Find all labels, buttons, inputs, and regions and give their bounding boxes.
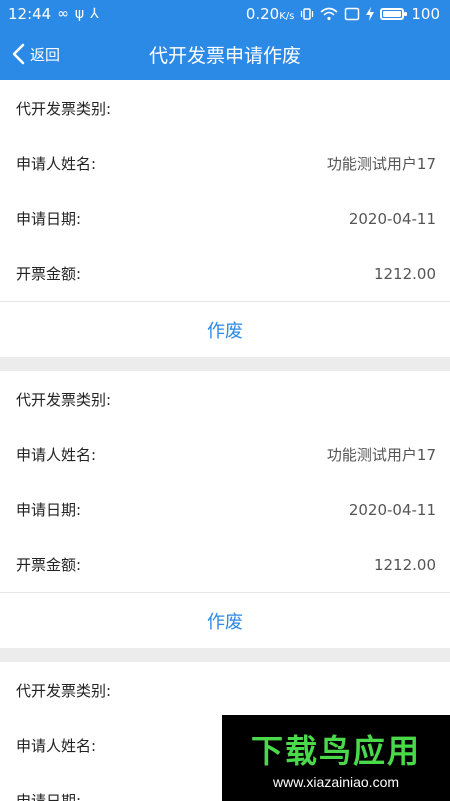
invoice-type-label: 代开发票类别: — [16, 390, 112, 409]
date-row: 申请日期: 2020-04-11 — [0, 191, 450, 246]
amount-row: 开票金额: 1212.00 — [0, 537, 450, 592]
nav-bar: 返回 代开发票申请作废 — [0, 28, 450, 80]
date-label: 申请日期: — [16, 792, 82, 801]
date-label: 申请日期: — [16, 501, 82, 519]
status-right: 0.20K/s 100 — [246, 5, 440, 23]
back-button[interactable]: 返回 — [10, 28, 60, 80]
applicant-value: 功能测试用户17 — [326, 446, 436, 464]
applicant-row: 申请人姓名: 功能测试用户17 — [0, 136, 450, 191]
watermark: 下载鸟应用 www.xiazainiao.com — [222, 715, 450, 801]
record-card: 代开发票类别: 申请人姓名: 功能测试用户17 申请日期: 2020-04-11… — [0, 80, 450, 357]
charging-icon — [366, 7, 375, 21]
invoice-type-label: 代开发票类别: — [16, 99, 112, 118]
void-button[interactable]: 作废 — [183, 311, 267, 349]
battery-icon — [380, 8, 408, 20]
battery-level: 100 — [411, 5, 440, 23]
invoice-type-row: 代开发票类别: — [0, 371, 450, 427]
page-title: 代开发票申请作废 — [148, 44, 301, 67]
date-label: 申请日期: — [16, 210, 82, 228]
applicant-value: 功能测试用户17 — [326, 155, 436, 173]
applicant-label: 申请人姓名: — [16, 446, 97, 464]
usb-icon: ψ — [74, 6, 85, 22]
void-row: 作废 — [0, 301, 450, 357]
applicant-label: 申请人姓名: — [16, 155, 97, 173]
vibrate-icon — [301, 8, 314, 20]
infinity-icon: ∞ — [57, 6, 69, 22]
amount-label: 开票金额: — [16, 556, 82, 574]
amount-value: 1212.00 — [373, 555, 436, 574]
card-divider — [0, 357, 450, 371]
screen: 12:44 ∞ ψ ⅄ 0.20K/s 100 返回 代开发票申请作废 代开发票… — [0, 0, 450, 801]
amount-value: 1212.00 — [373, 264, 436, 283]
clock: 12:44 — [8, 5, 52, 23]
invoice-type-label: 代开发票类别: — [16, 681, 112, 700]
battery-indicator: 100 — [380, 5, 440, 23]
amount-label: 开票金额: — [16, 265, 82, 283]
status-bar: 12:44 ∞ ψ ⅄ 0.20K/s 100 — [0, 0, 450, 28]
invoice-type-row: 代开发票类别: — [0, 80, 450, 136]
back-label: 返回 — [30, 45, 61, 64]
sim-icon — [345, 7, 360, 21]
void-button[interactable]: 作废 — [183, 602, 267, 640]
network-speed-value: 0.20 — [245, 5, 280, 23]
amount-row: 开票金额: 1212.00 — [0, 246, 450, 301]
share-icon: ⅄ — [90, 6, 99, 22]
card-divider — [0, 648, 450, 662]
void-row: 作废 — [0, 592, 450, 648]
date-value: 2020-04-11 — [348, 209, 436, 228]
applicant-label: 申请人姓名: — [16, 737, 97, 755]
network-speed-unit: K/s — [279, 11, 295, 22]
date-value: 2020-04-11 — [348, 500, 436, 519]
invoice-type-row: 代开发票类别: — [0, 662, 450, 718]
date-row: 申请日期: 2020-04-11 — [0, 482, 450, 537]
watermark-url: www.xiazainiao.com — [272, 774, 400, 790]
record-list: 代开发票类别: 申请人姓名: 功能测试用户17 申请日期: 2020-04-11… — [0, 80, 450, 801]
chevron-left-icon — [12, 43, 25, 65]
record-card: 代开发票类别: 申请人姓名: 功能测试用户17 申请日期: 2020-04-11… — [0, 371, 450, 648]
applicant-row: 申请人姓名: 功能测试用户17 — [0, 427, 450, 482]
watermark-title: 下载鸟应用 — [250, 732, 421, 770]
status-left: 12:44 ∞ ψ ⅄ — [8, 5, 99, 23]
wifi-icon — [320, 7, 338, 21]
network-speed: 0.20K/s — [246, 5, 295, 23]
